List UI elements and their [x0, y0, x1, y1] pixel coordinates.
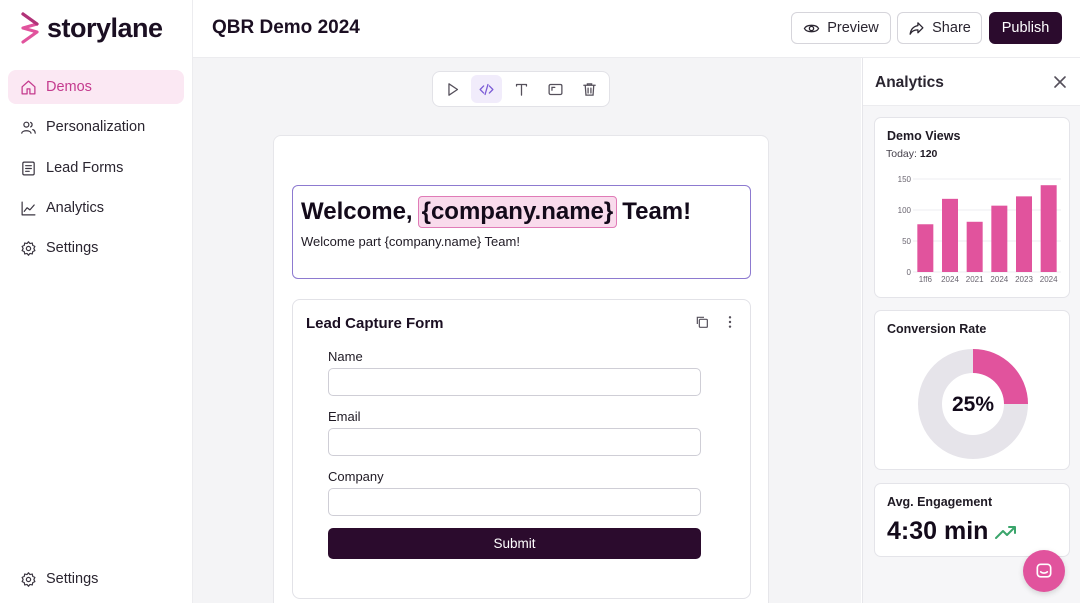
form-icon — [22, 161, 35, 175]
analytics-panel-header: Analytics — [863, 58, 1080, 106]
home-icon — [21, 79, 36, 95]
editor-toolbar — [432, 71, 610, 107]
storylane-logo-icon — [21, 12, 39, 44]
headline-block[interactable]: Welcome, {company.name} Team! Welcome pa… — [292, 185, 751, 279]
x-tick-label: 2024 — [941, 275, 959, 284]
chart-line-icon — [21, 201, 36, 215]
bar-2[interactable] — [966, 221, 983, 272]
sidebar-item-analytics[interactable]: Analytics — [8, 191, 184, 225]
share-button[interactable]: Share — [897, 12, 982, 44]
engagement-title: Avg. Engagement — [887, 495, 993, 509]
copy-icon[interactable] — [694, 314, 710, 330]
sidebar-item-settings[interactable]: Settings — [8, 231, 184, 265]
chat-icon — [1036, 563, 1052, 578]
sidebar-item-lead-forms[interactable]: Lead Forms — [8, 151, 184, 185]
email-label: Email — [328, 409, 361, 424]
trend-up-icon — [995, 525, 1017, 539]
analytics-panel-title: Analytics — [875, 74, 944, 91]
demo-views-widget: Demo Views Today: 120 0 50 100 150 1ff6 2024 2… — [874, 117, 1070, 298]
close-icon[interactable] — [1053, 75, 1067, 89]
page-title: QBR Demo 2024 — [212, 17, 360, 38]
y-tick-label: 150 — [898, 175, 912, 184]
x-tick-label: 1ff6 — [919, 275, 933, 284]
storylane-logo[interactable]: storylane — [19, 12, 163, 44]
form-title: Lead Capture Form — [306, 315, 444, 332]
demo-views-bar-chart: 0 50 100 150 1ff6 2024 2021 2024 2023 2024 — [898, 175, 1061, 284]
sidebar-item-label: Demos — [46, 79, 92, 95]
engagement-widget: Avg. Engagement 4:30 min — [874, 483, 1070, 557]
top-bar: QBR Demo 2024 Preview Share Publish — [193, 0, 1080, 58]
y-tick-label: 100 — [898, 206, 912, 215]
conversion-donut — [918, 349, 1028, 459]
sidebar: storylane Demos Personalization Lead For… — [0, 0, 193, 603]
sidebar-item-label: Analytics — [46, 200, 105, 216]
headline-subtext: Welcome part {company.name} Team! — [301, 234, 520, 249]
x-tick-label: 2024 — [1040, 275, 1058, 284]
bar-1[interactable] — [942, 198, 958, 272]
x-tick-label: 2021 — [966, 275, 984, 284]
share-label: Share — [932, 20, 971, 36]
publish-button[interactable]: Publish — [989, 12, 1062, 44]
engagement-value-row: 4:30 min — [887, 517, 1018, 546]
analytics-panel: Analytics Demo Views Today: 120 0 50 100 15… — [862, 58, 1080, 603]
publish-label: Publish — [1001, 20, 1050, 36]
email-field[interactable] — [328, 428, 701, 456]
sidebar-item-label: Personalization — [46, 119, 146, 135]
form-actions — [694, 314, 738, 330]
preview-label: Preview — [827, 20, 879, 36]
bar-5[interactable] — [1040, 185, 1057, 272]
sidebar-bottom-settings[interactable]: Settings — [8, 562, 184, 596]
sidebar-item-label: Lead Forms — [46, 160, 124, 176]
eye-icon — [803, 24, 820, 32]
variable-chip[interactable]: {company.name} — [417, 196, 618, 228]
x-tick-label: 2024 — [990, 275, 1008, 284]
text-icon — [515, 83, 527, 96]
sidebar-item-label: Settings — [46, 240, 99, 256]
submit-button[interactable]: Submit — [328, 528, 701, 559]
headline: Welcome, {company.name} Team! — [301, 196, 691, 228]
x-tick-label: 2023 — [1015, 275, 1033, 284]
chat-launcher-button[interactable] — [1023, 550, 1065, 592]
conversion-rate-value: 25% — [951, 393, 995, 416]
demo-card: Welcome, {company.name} Team! Welcome pa… — [273, 135, 769, 603]
editor-canvas: Welcome, {company.name} Team! Welcome pa… — [193, 58, 861, 603]
name-label: Name — [328, 349, 363, 364]
frame-tool[interactable] — [540, 75, 570, 103]
conversion-rate-widget: Conversion Rate 25% — [874, 310, 1070, 470]
company-field[interactable] — [328, 488, 701, 516]
users-icon — [21, 121, 36, 134]
code-tool[interactable] — [471, 75, 502, 103]
name-field[interactable] — [328, 368, 701, 396]
play-icon — [448, 82, 458, 96]
sidebar-item-personalization[interactable]: Personalization — [8, 110, 184, 144]
sidebar-item-demos[interactable]: Demos — [8, 70, 184, 104]
share-arrow-icon — [909, 21, 924, 35]
code-icon — [479, 83, 494, 95]
gear-icon — [21, 240, 36, 256]
y-tick-label: 0 — [907, 268, 912, 277]
bar-0[interactable] — [917, 224, 934, 272]
delete-tool[interactable] — [575, 75, 605, 103]
sidebar-item-label: Settings — [46, 571, 99, 587]
text-tool[interactable] — [506, 75, 536, 103]
play-tool[interactable] — [437, 75, 467, 103]
bar-3[interactable] — [991, 205, 1008, 272]
bar-4[interactable] — [1016, 196, 1032, 272]
gear-icon — [21, 571, 36, 587]
frame-icon — [548, 83, 563, 95]
trash-icon — [583, 82, 597, 96]
lead-capture-form: Lead Capture Form Name Email Company Sub… — [292, 299, 751, 599]
more-vertical-icon[interactable] — [722, 314, 738, 330]
preview-button[interactable]: Preview — [791, 12, 891, 44]
headline-prefix: Welcome, — [301, 198, 413, 225]
engagement-value: 4:30 min — [887, 517, 989, 545]
headline-suffix: Team! — [622, 198, 692, 225]
logo-text: storylane — [47, 12, 163, 43]
company-label: Company — [328, 469, 384, 484]
y-tick-label: 50 — [902, 237, 911, 246]
